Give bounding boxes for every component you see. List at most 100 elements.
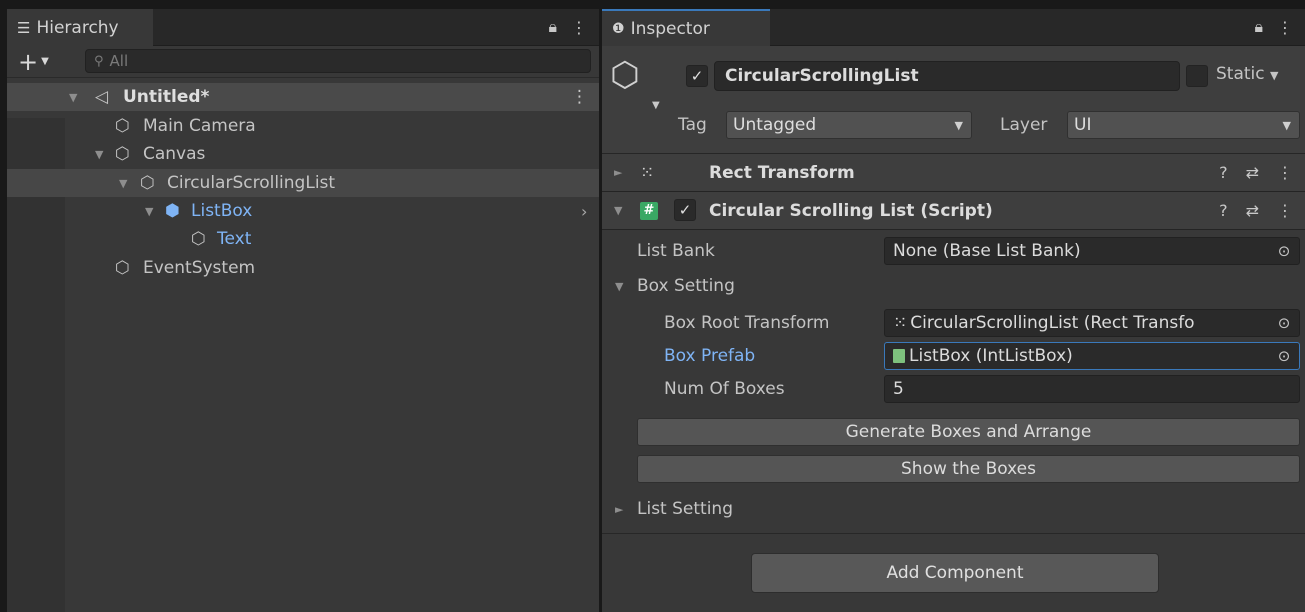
component-header-rect-transform[interactable]: ► ⁙ Rect Transform ? ⇄ ⋮ — [602, 154, 1305, 192]
help-icon[interactable]: ? — [1219, 163, 1228, 182]
more-options-icon[interactable]: ⋮ — [1277, 201, 1293, 220]
preset-icon[interactable]: ⇄ — [1246, 163, 1259, 182]
hierarchy-list-icon: ☰ — [17, 18, 31, 37]
hierarchy-search-input[interactable]: ⚲ All — [85, 49, 591, 73]
inspector-panel: ❶ Inspector 🔒︎ ⋮ ⬡ ▼ ✓ CircularScrolling… — [602, 9, 1305, 612]
static-dropdown-icon: ▼ — [1270, 69, 1279, 82]
object-picker-icon[interactable]: ⊙ — [1275, 242, 1293, 260]
hierarchy-panel: ☰ Hierarchy 🔒︎ ⋮ + ▼ ⚲ All ▼ ◁ Untitled*… — [7, 9, 599, 612]
lock-icon[interactable]: 🔒︎ — [548, 17, 557, 37]
hierarchy-tab-actions: 🔒︎ ⋮ — [548, 9, 587, 45]
scene-options-icon[interactable]: ⋮ — [571, 87, 588, 107]
tag-label: Tag — [678, 115, 707, 135]
preset-icon[interactable]: ⇄ — [1246, 201, 1259, 220]
hierarchy-item-label: EventSystem — [143, 258, 256, 278]
list-setting-fold-icon[interactable]: ► — [615, 503, 623, 516]
rect-transform-icon: ⁙ — [640, 162, 655, 183]
script-file-icon — [893, 349, 905, 363]
box-setting-foldout[interactable]: Box Setting — [637, 276, 735, 296]
static-label[interactable]: Static ▼ — [1216, 64, 1278, 84]
component-title: Rect Transform — [709, 162, 855, 183]
hierarchy-item-listbox[interactable]: ▼ ⬢ ListBox › — [7, 197, 599, 225]
help-icon[interactable]: ? — [1219, 201, 1228, 220]
hierarchy-item-label: Main Camera — [143, 116, 256, 136]
search-placeholder: All — [109, 52, 129, 70]
layer-value: UI — [1074, 115, 1092, 135]
show-boxes-button[interactable]: Show the Boxes — [637, 455, 1300, 483]
gameobject-cube-icon: ⬡ — [115, 258, 130, 278]
component-actions: ? ⇄ ⋮ — [1219, 163, 1293, 182]
checkmark-icon: ✓ — [690, 67, 704, 85]
hierarchy-item-circular-scrolling-list[interactable]: ▼ ⬡ CircularScrollingList — [7, 169, 599, 197]
component-header-script[interactable]: ▼ # ✓ Circular Scrolling List (Script) ?… — [602, 192, 1305, 230]
object-name-field[interactable]: CircularScrollingList — [714, 61, 1180, 91]
hierarchy-item-label: ListBox — [191, 201, 253, 221]
gameobject-cube-icon[interactable]: ⬡ — [610, 58, 640, 92]
box-setting-fold-icon[interactable]: ▼ — [615, 280, 623, 293]
hierarchy-item-label: CircularScrollingList — [167, 173, 336, 193]
num-of-boxes-label: Num Of Boxes — [664, 379, 785, 399]
chevron-down-icon: ▼ — [954, 118, 963, 132]
box-prefab-label: Box Prefab — [664, 346, 756, 366]
expand-arrow-icon[interactable]: ▼ — [95, 148, 103, 161]
active-checkbox[interactable]: ✓ — [686, 65, 708, 87]
box-root-transform-label: Box Root Transform — [664, 313, 830, 333]
generate-boxes-button[interactable]: Generate Boxes and Arrange — [637, 418, 1300, 446]
static-checkbox[interactable] — [1186, 65, 1208, 87]
prefab-cube-icon: ⬢ — [165, 201, 180, 221]
gameobject-cube-icon: ⬡ — [140, 173, 155, 193]
component-actions: ? ⇄ ⋮ — [1219, 201, 1293, 220]
expand-arrow-icon[interactable]: ▼ — [614, 204, 622, 217]
more-options-icon[interactable]: ⋮ — [571, 18, 587, 37]
box-prefab-value: ListBox (IntListBox) — [909, 346, 1073, 366]
hierarchy-item-text[interactable]: ⬡ Text — [7, 225, 599, 253]
box-prefab-field[interactable]: ListBox (IntListBox) ⊙ — [884, 342, 1300, 370]
create-button[interactable]: + — [18, 50, 38, 74]
tab-inspector[interactable]: ❶ Inspector — [602, 9, 770, 46]
num-of-boxes-field[interactable]: 5 — [884, 375, 1300, 403]
inspector-tab-label: Inspector — [630, 18, 710, 39]
collapse-arrow-icon[interactable]: ► — [614, 166, 622, 179]
rect-transform-icon: ⁙ — [893, 313, 908, 333]
script-icon: # — [640, 201, 658, 220]
create-dropdown-icon[interactable]: ▼ — [41, 56, 49, 67]
more-options-icon[interactable]: ⋮ — [1277, 18, 1293, 37]
list-bank-field[interactable]: None (Base List Bank) ⊙ — [884, 237, 1300, 265]
hierarchy-item-canvas[interactable]: ▼ ⬡ Canvas — [7, 140, 599, 168]
checkmark-icon: ✓ — [678, 201, 692, 219]
box-root-transform-field[interactable]: ⁙ CircularScrollingList (Rect Transfo ⊙ — [884, 309, 1300, 337]
inspector-tab-actions: 🔒︎ ⋮ — [1254, 9, 1293, 45]
scene-name: Untitled* — [123, 87, 210, 107]
component-separator — [602, 533, 1305, 534]
static-label-text: Static — [1216, 64, 1265, 84]
expand-arrow-icon[interactable]: ▼ — [145, 205, 153, 218]
unity-scene-icon: ◁ — [95, 87, 109, 107]
tab-hierarchy[interactable]: ☰ Hierarchy — [7, 9, 153, 46]
object-picker-icon[interactable]: ⊙ — [1275, 347, 1293, 365]
lock-icon[interactable]: 🔒︎ — [1254, 17, 1263, 37]
more-options-icon[interactable]: ⋮ — [1277, 163, 1293, 182]
hierarchy-tabbar: ☰ Hierarchy 🔒︎ ⋮ — [7, 9, 599, 46]
hierarchy-item-main-camera[interactable]: ⬡ Main Camera — [7, 112, 599, 140]
expand-arrow-icon[interactable]: ▼ — [119, 177, 127, 190]
hierarchy-item-eventsystem[interactable]: ⬡ EventSystem — [7, 254, 599, 282]
list-setting-foldout[interactable]: List Setting — [637, 499, 733, 519]
layer-label: Layer — [1000, 115, 1048, 135]
search-icon: ⚲ — [94, 53, 104, 69]
component-enabled-checkbox[interactable]: ✓ — [674, 199, 696, 221]
add-component-button[interactable]: Add Component — [751, 553, 1159, 593]
list-bank-label: List Bank — [637, 241, 715, 261]
icon-dropdown-icon[interactable]: ▼ — [652, 100, 660, 111]
scene-row[interactable]: ▼ ◁ Untitled* ⋮ — [7, 83, 599, 111]
inspector-tabbar: ❶ Inspector 🔒︎ ⋮ — [602, 9, 1305, 46]
object-picker-icon[interactable]: ⊙ — [1275, 314, 1293, 332]
open-prefab-chevron-icon[interactable]: › — [581, 202, 587, 221]
hierarchy-item-label: Text — [217, 229, 252, 249]
hierarchy-toolbar: + ▼ ⚲ All — [7, 46, 599, 78]
gameobject-cube-icon: ⬡ — [115, 116, 130, 136]
tag-value: Untagged — [733, 115, 817, 135]
layer-dropdown[interactable]: UI ▼ — [1067, 111, 1300, 139]
expand-arrow-icon[interactable]: ▼ — [69, 91, 77, 104]
tag-dropdown[interactable]: Untagged ▼ — [726, 111, 972, 139]
hierarchy-tab-label: Hierarchy — [36, 17, 119, 38]
